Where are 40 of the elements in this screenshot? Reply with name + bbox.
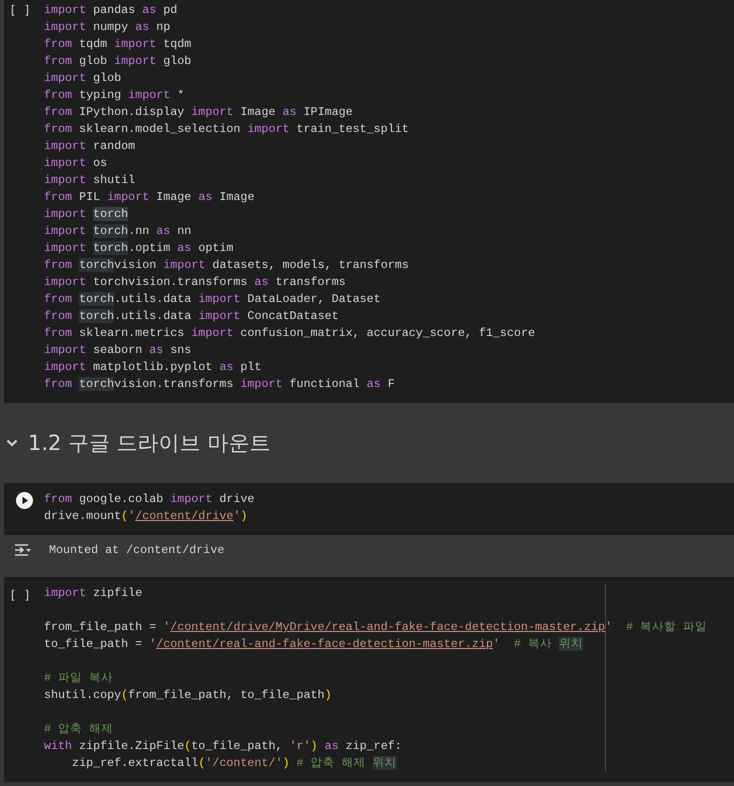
code-line: import torch.optim as optim (44, 240, 234, 257)
code-line: from torchvision import datasets, models, transforms (44, 257, 410, 274)
code-line: import zipfile (44, 585, 144, 602)
code-line: from tqdm import tqdm (44, 36, 192, 53)
code-line: from torch.utils.data import ConcatDataset (44, 308, 340, 325)
code-line: import os (44, 155, 108, 172)
code-line: import seaborn as sns (44, 342, 192, 359)
output-toggle-icon[interactable] (14, 543, 32, 557)
code-line: from typing import * (44, 87, 186, 104)
code-line: # 파일 복사 (44, 670, 114, 687)
run-button[interactable] (16, 492, 32, 509)
code-line: import shutil (44, 172, 136, 189)
code-line: # 압축 해제 (44, 721, 114, 738)
code-line: import glob (44, 70, 122, 87)
code-line: drive.mount('/content/drive') (44, 508, 248, 525)
code-line: from glob import glob (44, 53, 192, 70)
code-line: from PIL import Image as Image (44, 189, 256, 206)
code-line: import torch (44, 206, 130, 223)
code-line: import torch.nn as nn (44, 223, 192, 240)
code-line: from IPython.display import Image as IPImage (44, 104, 354, 121)
code-line: shutil.copy(from_file_path, to_file_path) (44, 687, 333, 704)
run-cell-button[interactable]: [ ] (9, 2, 31, 19)
run-cell-button[interactable]: [ ] (9, 587, 31, 604)
code-line: from sklearn.metrics import confusion_matrix, accuracy_score, f1_score (44, 325, 536, 342)
section-heading: 1.2 구글 드라이브 마운트 (28, 430, 270, 457)
code-line: import pandas as pd (44, 2, 178, 19)
code-line: import numpy as np (44, 19, 172, 36)
code-line: import random (44, 138, 136, 155)
code-line: from sklearn.model_selection import train_test_split (44, 121, 410, 138)
output-text: Mounted at /content/drive (49, 543, 224, 557)
code-line: with zipfile.ZipFile(to_file_path, 'r') as zip_ref: (44, 738, 403, 755)
code-line: from torchvision.transforms import functional as F (44, 376, 396, 393)
code-line: from google.colab import drive (44, 491, 256, 508)
code-line: from_file_path = '/content/drive/MyDrive/real-and-fake-face-detection-master.zip' # 복사할 파일 (44, 619, 708, 636)
code-line: to_file_path = '/content/real-and-fake-face-detection-master.zip' # 복사 위치 (44, 636, 584, 653)
code-line: import torchvision.transforms as transforms (44, 274, 347, 291)
chevron-icon[interactable] (6, 439, 18, 447)
code-line: from torch.utils.data import DataLoader, Dataset (44, 291, 382, 308)
code-line: zip_ref.extractall('/content/') # 압축 해제 위치 (71, 755, 398, 772)
code-line: import matplotlib.pyplot as plt (44, 359, 262, 376)
